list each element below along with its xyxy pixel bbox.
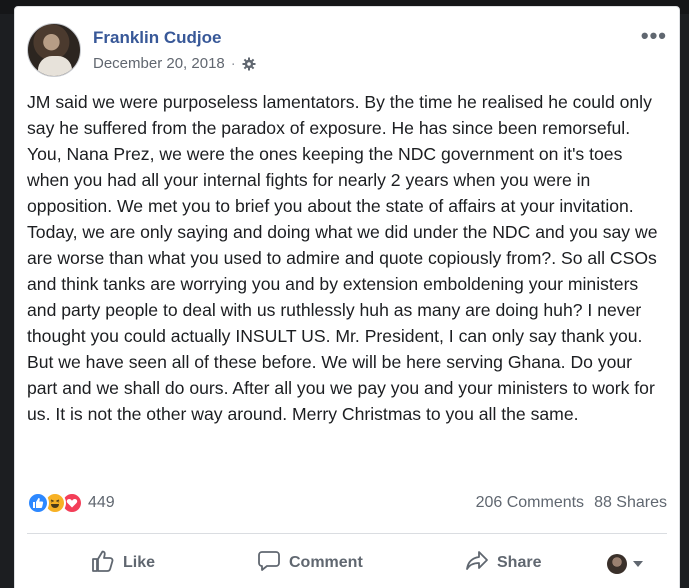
author-name[interactable]: Franklin Cudjoe [93,28,221,48]
gear-icon[interactable] [242,57,256,71]
more-options-icon[interactable]: ••• [641,25,667,47]
viewer-avatar [607,554,627,574]
share-label: Share [497,554,542,571]
post-card: Franklin Cudjoe December 20, 2018 · ••• … [14,6,680,588]
comment-button[interactable]: Comment [257,550,363,577]
meta-separator: · [230,55,236,72]
post-meta: December 20, 2018 · [93,55,256,72]
post-stats: 449 206 Comments 88 Shares [27,492,667,516]
post-date[interactable]: December 20, 2018 [93,55,225,72]
reactions-summary[interactable]: 449 [27,492,115,514]
author-avatar[interactable] [27,23,81,77]
post-header: Franklin Cudjoe December 20, 2018 · ••• [27,19,667,81]
thumbs-up-icon [91,550,115,577]
like-button[interactable]: Like [91,550,155,577]
chevron-down-icon [633,561,643,567]
react-as-selector[interactable] [607,554,643,574]
comment-label: Comment [289,554,363,571]
post-actions: Like Comment Share [27,541,667,585]
speech-bubble-icon [257,550,281,577]
avatar-figure [38,56,72,76]
like-reaction-icon [27,492,49,514]
actions-divider [27,533,667,534]
comments-count-link[interactable]: 206 Comments [476,494,585,512]
shares-count-link[interactable]: 88 Shares [594,494,667,512]
post-text: JM said we were purposeless lamentators.… [27,92,658,424]
like-label: Like [123,554,156,571]
share-button[interactable]: Share [465,550,541,577]
reaction-count: 449 [88,494,115,511]
share-arrow-icon [465,550,489,577]
engagement-counts: 206 Comments 88 Shares [476,494,667,512]
